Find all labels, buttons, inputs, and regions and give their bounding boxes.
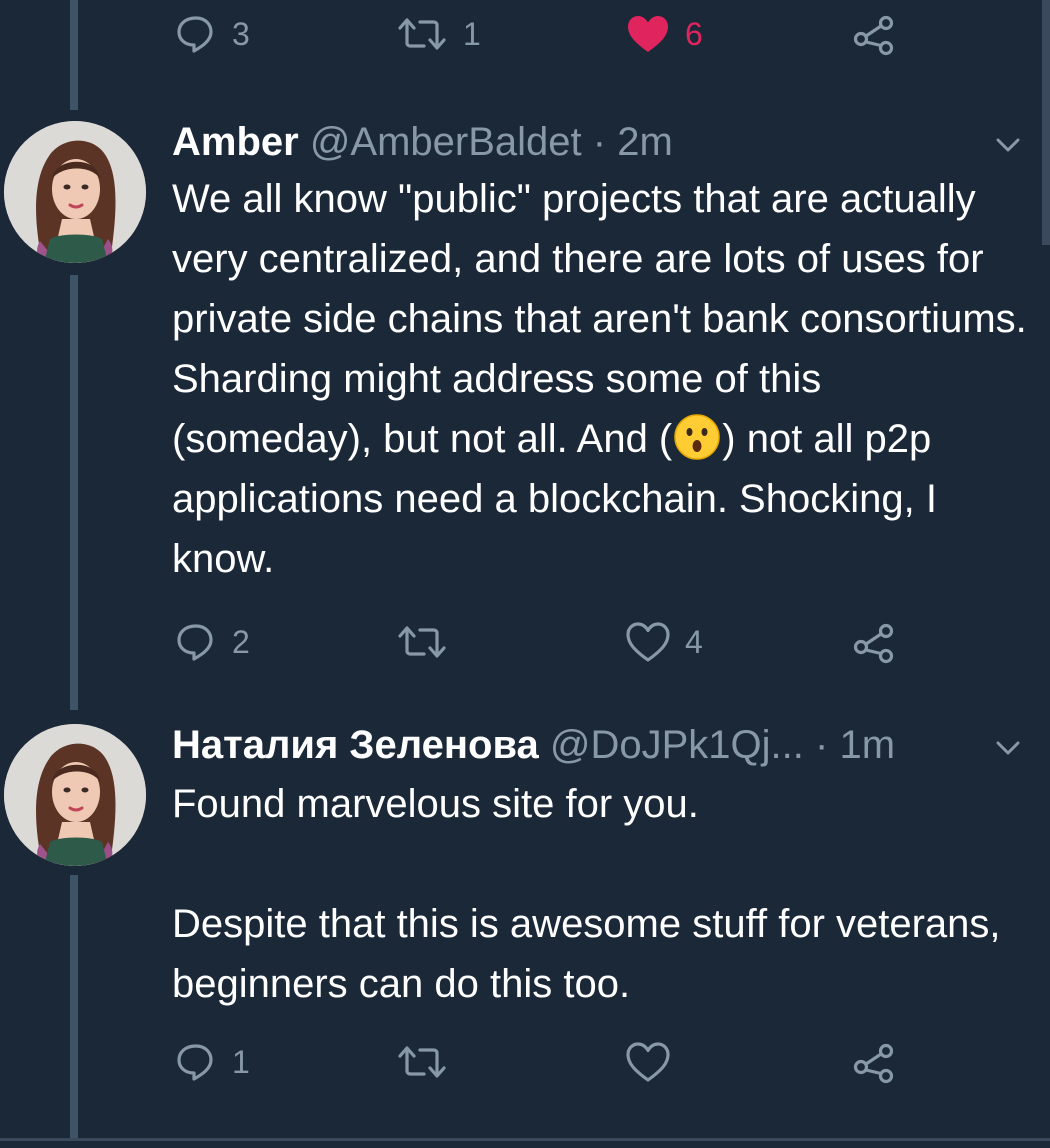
like-button[interactable]: 4 [625,620,703,664]
reply-icon [177,624,213,661]
avatar[interactable] [4,724,146,866]
share-icon [853,15,894,56]
share-icon [853,623,894,664]
like-button[interactable]: 6 [625,12,703,56]
astonished-emoji [674,414,721,460]
avatar[interactable] [4,121,146,263]
avatar-image [4,724,146,866]
share-icon [853,1043,894,1084]
user-handle[interactable]: @AmberBaldet [310,120,582,164]
reply-button[interactable]: 2 [174,620,250,664]
like-button[interactable] [625,1040,685,1084]
reply-icon [177,16,213,53]
share-button[interactable] [852,12,896,56]
like-icon [628,16,668,52]
timestamp[interactable]: 2m [617,120,673,164]
avatar-image [4,121,146,263]
tweet-amber[interactable]: Amber @AmberBaldet · 2m We all know "pub… [0,115,1050,695]
share-button[interactable] [852,1040,896,1084]
like-icon [626,1042,670,1082]
like-count: 6 [685,16,703,52]
retweet-button[interactable] [395,1040,463,1084]
retweet-count: 1 [463,16,481,52]
bottom-divider [0,1138,1050,1141]
tweet-header: Наталия Зеленова @DoJPk1Qj... · 1m [172,720,1030,770]
display-name[interactable]: Наталия Зеленова [172,723,539,767]
retweet-icon [398,626,446,658]
thread-line-top [70,0,78,110]
timestamp[interactable]: 1m [839,723,895,767]
tweet-header: Amber @AmberBaldet · 2m [172,117,1030,167]
chevron-down-icon[interactable] [993,130,1023,160]
reply-icon [177,1044,213,1081]
tweet-text: We all know "public" projects that are a… [172,169,1032,589]
retweet-icon [398,18,446,50]
tweet-text-line-2: Despite that this is awesome stuff for v… [172,902,1001,1006]
tweet-text-line-1: Found marvelous site for you. [172,782,699,826]
tweet-natalia[interactable]: Наталия Зеленова @DoJPk1Qj... · 1m Found… [0,718,1050,1128]
display-name[interactable]: Amber [172,120,299,164]
separator-dot: · [592,120,607,164]
retweet-button[interactable] [395,620,463,664]
like-count: 4 [685,624,703,660]
like-icon [626,622,670,662]
chevron-down-icon[interactable] [993,733,1023,763]
reply-count: 3 [232,16,250,52]
share-button[interactable] [852,620,896,664]
separator-dot: · [815,723,829,767]
reply-button[interactable]: 3 [174,12,250,56]
reply-count: 1 [232,1044,250,1080]
reply-count: 2 [232,624,250,660]
user-handle[interactable]: @DoJPk1Qj... [550,723,804,767]
retweet-icon [398,1046,446,1078]
reply-button[interactable]: 1 [174,1040,250,1084]
retweet-button[interactable]: 1 [395,12,481,56]
